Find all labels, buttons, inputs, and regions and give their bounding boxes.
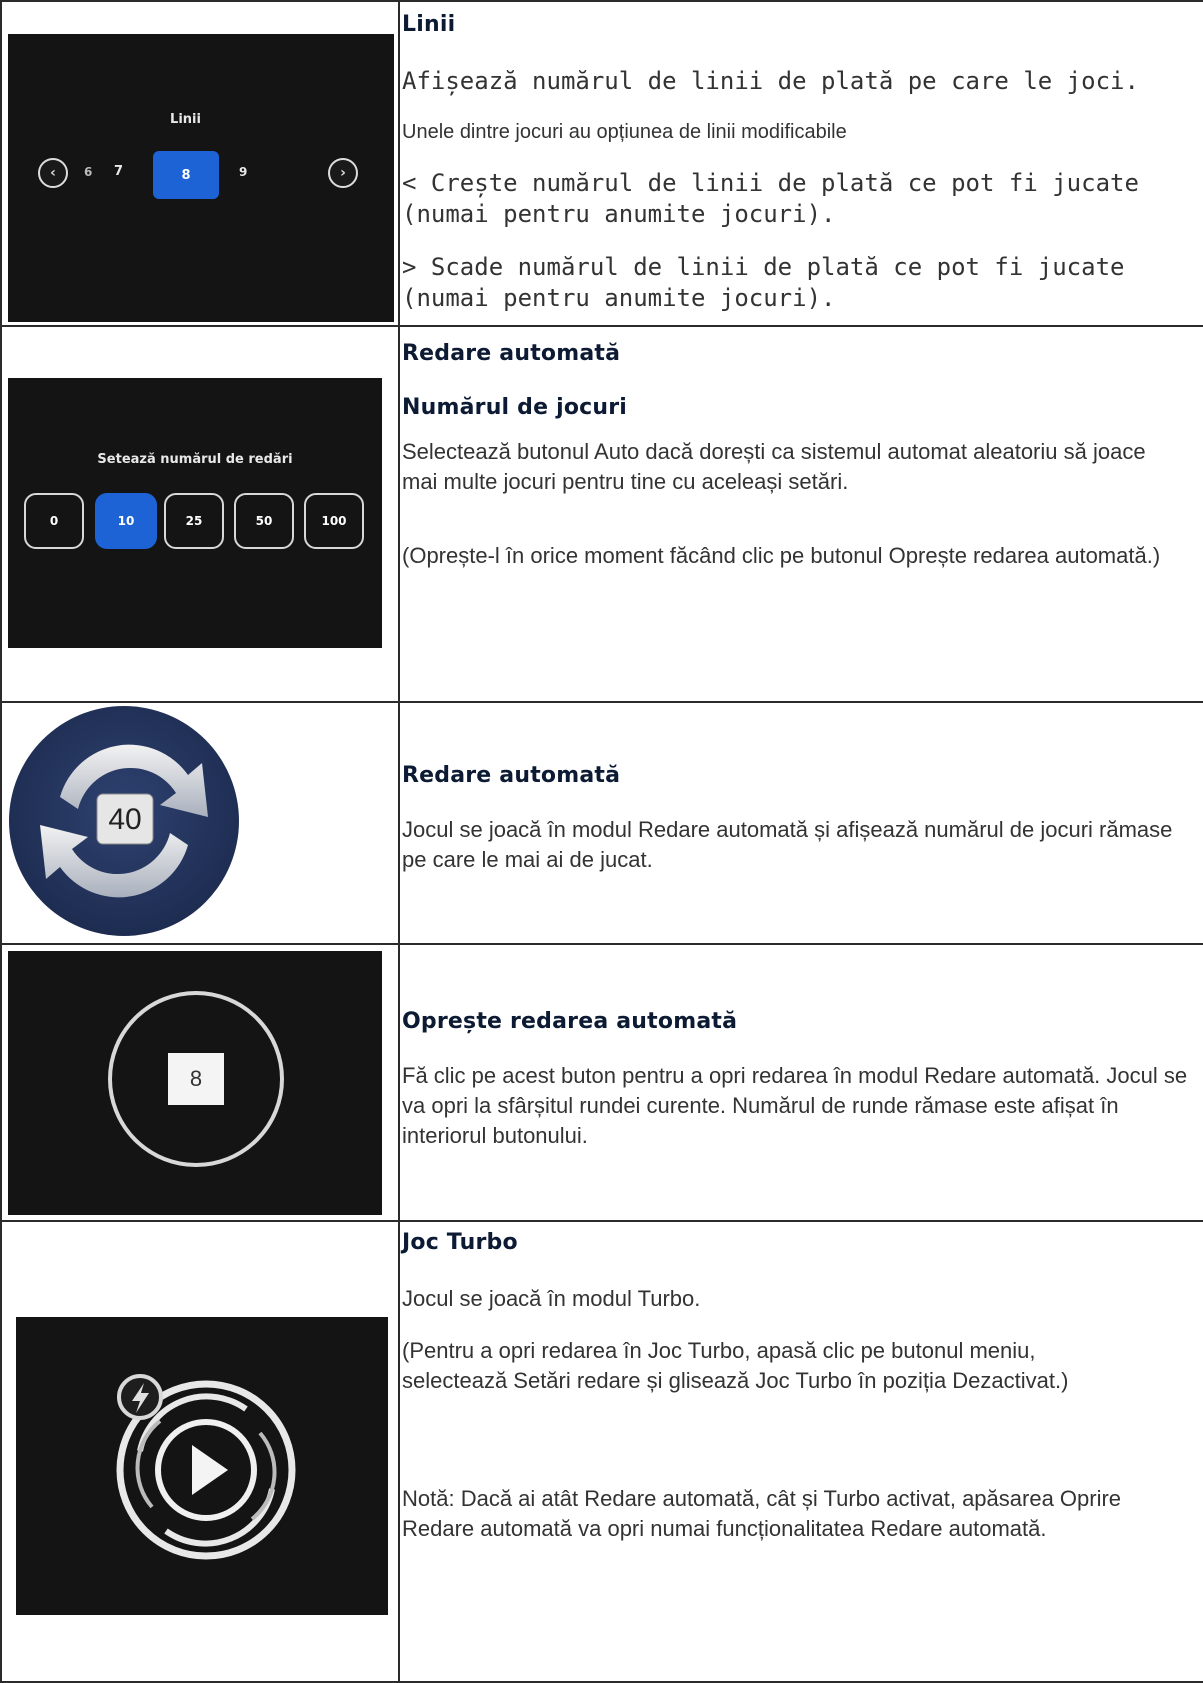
autoplay-count-label: Setează numărul de redări bbox=[97, 452, 293, 467]
row-joc-turbo: Joc Turbo Jocul se joacă în modul Turbo.… bbox=[0, 1220, 1203, 1683]
paragraph: Jocul se joacă în modul Redare automată … bbox=[402, 817, 1173, 872]
autoplay-option: 50 bbox=[234, 493, 294, 549]
section-title: Redare automată bbox=[402, 341, 621, 366]
autoplay-option-selected: 10 bbox=[95, 493, 157, 549]
section-title: Oprește redarea automată bbox=[402, 1009, 738, 1034]
autoplay-option: 25 bbox=[164, 493, 224, 549]
section-title: Linii bbox=[402, 12, 456, 37]
linii-label: Linii bbox=[170, 112, 201, 127]
line-option: 7 bbox=[114, 164, 124, 179]
autoplay-counter-image: 40 bbox=[2, 703, 398, 943]
section-title: Redare automată bbox=[402, 763, 621, 788]
paragraph: Afișează numărul de linii de plată pe ca… bbox=[402, 67, 1139, 95]
line-option: 6 bbox=[84, 165, 93, 179]
line-option-selected: 8 bbox=[153, 151, 219, 199]
paragraph: Notă: Dacă ai atât Redare automată, cât … bbox=[402, 1486, 1122, 1541]
paragraph: (Pentru a opri redarea în Joc Turbo, apa… bbox=[402, 1338, 1069, 1393]
linii-image: Linii ‹ 6 7 8 9 › bbox=[2, 2, 398, 325]
row-redare-automata-counter: 40 Redare automată Jocul se joacă în mod… bbox=[0, 701, 1203, 943]
paragraph: Jocul se joacă în modul Turbo. bbox=[402, 1286, 701, 1311]
section-subtitle: Numărul de jocuri bbox=[402, 395, 628, 420]
paragraph: Unele dintre jocuri au opțiunea de linii… bbox=[402, 121, 847, 143]
autoplay-option: 0 bbox=[24, 493, 84, 549]
chevron-right-icon: › bbox=[328, 158, 358, 188]
row-linii: Linii ‹ 6 7 8 9 › Linii Afișează numărul… bbox=[0, 0, 1203, 325]
paragraph: Selectează butonul Auto dacă dorești ca … bbox=[402, 439, 1146, 494]
autoplay-count-image: Setează numărul de redări 0 10 25 50 100 bbox=[2, 327, 398, 701]
turbo-image bbox=[2, 1222, 398, 1681]
chevron-left-icon: ‹ bbox=[38, 158, 68, 188]
section-title: Joc Turbo bbox=[402, 1230, 518, 1255]
turbo-play-icon bbox=[116, 1374, 296, 1560]
line-option: 9 bbox=[239, 165, 248, 179]
stop-autoplay-count: 8 bbox=[189, 1066, 203, 1091]
help-table: Linii ‹ 6 7 8 9 › Linii Afișează numărul… bbox=[0, 0, 1203, 1683]
row-opreste-redarea: 8 Oprește redarea automată Fă clic pe ac… bbox=[0, 943, 1203, 1220]
autoplay-option: 100 bbox=[304, 493, 364, 549]
row-redare-automata-jocuri: Setează numărul de redări 0 10 25 50 100… bbox=[0, 325, 1203, 701]
paragraph: (Oprește-l în orice moment făcând clic p… bbox=[402, 543, 1161, 568]
stop-autoplay-image: 8 bbox=[2, 945, 398, 1220]
paragraph: Fă clic pe acest buton pentru a opri red… bbox=[402, 1063, 1188, 1148]
paragraph: < Crește numărul de linii de plată ce po… bbox=[402, 169, 1139, 228]
autoplay-counter-value: 40 bbox=[108, 803, 142, 836]
paragraph: > Scade numărul de linii de plată ce pot… bbox=[402, 253, 1125, 312]
